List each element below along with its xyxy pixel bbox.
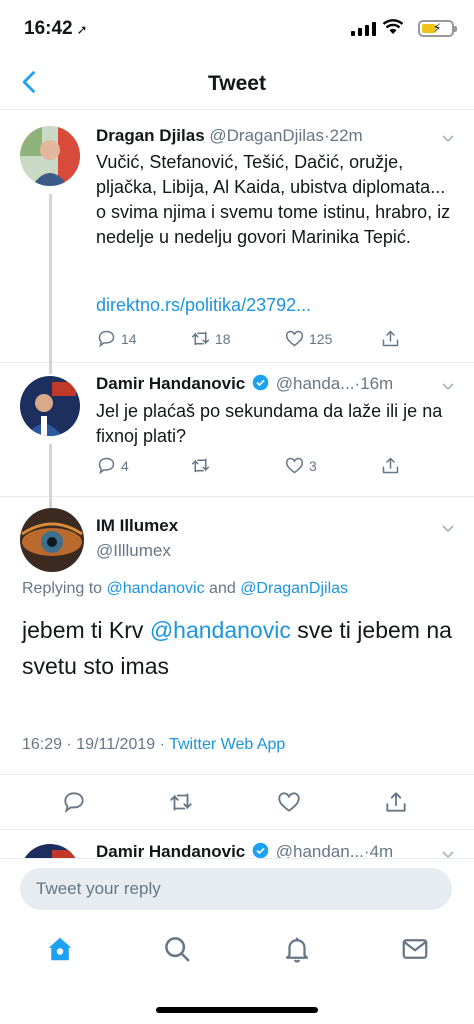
reply-count: 4: [121, 457, 129, 474]
reply-composer: Tweet your reply: [0, 858, 474, 922]
verified-badge-icon: [252, 374, 269, 391]
page-title: Tweet: [208, 72, 266, 95]
chevron-down-icon[interactable]: [440, 130, 456, 146]
like-count: 125: [309, 330, 333, 347]
chevron-down-icon[interactable]: [440, 378, 456, 394]
avatar[interactable]: [20, 126, 80, 186]
heart-icon[interactable]: [276, 789, 302, 815]
tweet-timestamp: 16:29 · 19/11/2019 · Twitter Web App: [22, 736, 286, 753]
tweet-actions: 4 3: [96, 455, 416, 479]
cellular-signal-icon: [351, 22, 376, 36]
thread-line: [49, 496, 52, 508]
home-indicator[interactable]: [156, 1007, 318, 1013]
tweet-header: Damir Handanovic @handa...·16m: [96, 374, 394, 393]
wifi-icon: [382, 19, 404, 34]
nav-bar: Tweet: [0, 56, 474, 110]
avatar[interactable]: [20, 376, 80, 436]
notifications-bell-icon[interactable]: [282, 934, 312, 964]
like-button[interactable]: 3: [284, 455, 317, 476]
chevron-down-icon[interactable]: [440, 520, 456, 536]
status-bar: 16:42 ➚ ⚡: [0, 0, 474, 56]
reply-tweet[interactable]: Damir Handanovic @handan...·4m: [0, 830, 474, 860]
source-app-link[interactable]: Twitter Web App: [169, 736, 285, 753]
share-button[interactable]: [380, 328, 401, 349]
mention-link[interactable]: @handanovic: [107, 580, 205, 597]
like-button[interactable]: 125: [284, 328, 332, 349]
retweet-icon: [191, 458, 210, 473]
verified-badge-icon: [252, 842, 269, 859]
author-name[interactable]: IM Illumex: [96, 516, 178, 535]
tweet-header: IM Illumex: [96, 516, 178, 536]
retweet-button[interactable]: 18: [190, 328, 231, 349]
reply-count: 14: [121, 330, 137, 347]
search-icon[interactable]: [162, 934, 192, 964]
retweet-count: 18: [215, 330, 231, 347]
heart-icon: [285, 457, 304, 474]
thread-tweet[interactable]: Dragan Djilas @DraganDjilas·22m Vučić, S…: [0, 112, 474, 366]
mention-link[interactable]: @handanovic: [150, 617, 291, 643]
reply-input[interactable]: Tweet your reply: [20, 868, 452, 910]
author-handle: @handa...: [275, 374, 355, 393]
tweet-text: Vučić, Stefanović, Tešić, Dačić, oružje,…: [96, 152, 451, 247]
tweet-actions: 14 18 125: [96, 328, 416, 352]
battery-icon: ⚡: [418, 20, 457, 37]
focused-tweet-actions: [0, 774, 474, 830]
reply-icon[interactable]: [61, 789, 87, 815]
status-time: 16:42 ➚: [24, 18, 88, 39]
share-button[interactable]: [380, 455, 401, 476]
reply-icon: [98, 330, 115, 348]
reply-button[interactable]: 4: [96, 455, 129, 476]
share-icon: [382, 457, 399, 474]
focused-tweet-text: jebem ti Krv @handanovic sve ti jebem na…: [22, 617, 452, 679]
retweet-icon[interactable]: [168, 789, 194, 815]
messages-envelope-icon[interactable]: [400, 934, 430, 964]
thread-line: [49, 444, 52, 496]
home-icon[interactable]: [45, 934, 75, 964]
replying-to: Replying to @handanovic and @DraganDjila…: [22, 580, 349, 597]
mention-link[interactable]: @DraganDjilas: [240, 580, 348, 597]
avatar[interactable]: [20, 508, 84, 572]
retweet-icon: [191, 331, 210, 346]
share-icon[interactable]: [383, 789, 409, 815]
author-handle: @DraganDjilas: [209, 126, 324, 145]
tweet-link[interactable]: direktno.rs/politika/23792...: [96, 293, 456, 318]
location-arrow-icon: ➚: [76, 22, 88, 37]
thread-line: [49, 362, 52, 374]
heart-icon: [285, 330, 304, 347]
tweet-header: Dragan Djilas @DraganDjilas·22m: [96, 126, 363, 145]
retweet-button[interactable]: [190, 455, 215, 476]
thread-line: [49, 194, 52, 366]
like-count: 3: [309, 457, 317, 474]
author-handle: @Illlumex: [96, 541, 171, 560]
thread-tweet[interactable]: Damir Handanovic @handa...·16m Jel je pl…: [0, 362, 474, 496]
author-name[interactable]: Dragan Djilas: [96, 126, 205, 145]
reply-button[interactable]: 14: [96, 328, 137, 349]
reply-icon: [98, 457, 115, 475]
tweet-age: 16m: [360, 374, 394, 393]
author-name[interactable]: Damir Handanovic: [96, 374, 245, 393]
tweet-age: 22m: [329, 126, 363, 145]
tweet-text: Jel je plaćaš po sekundama da laže ili j…: [96, 401, 443, 446]
share-icon: [382, 330, 399, 347]
